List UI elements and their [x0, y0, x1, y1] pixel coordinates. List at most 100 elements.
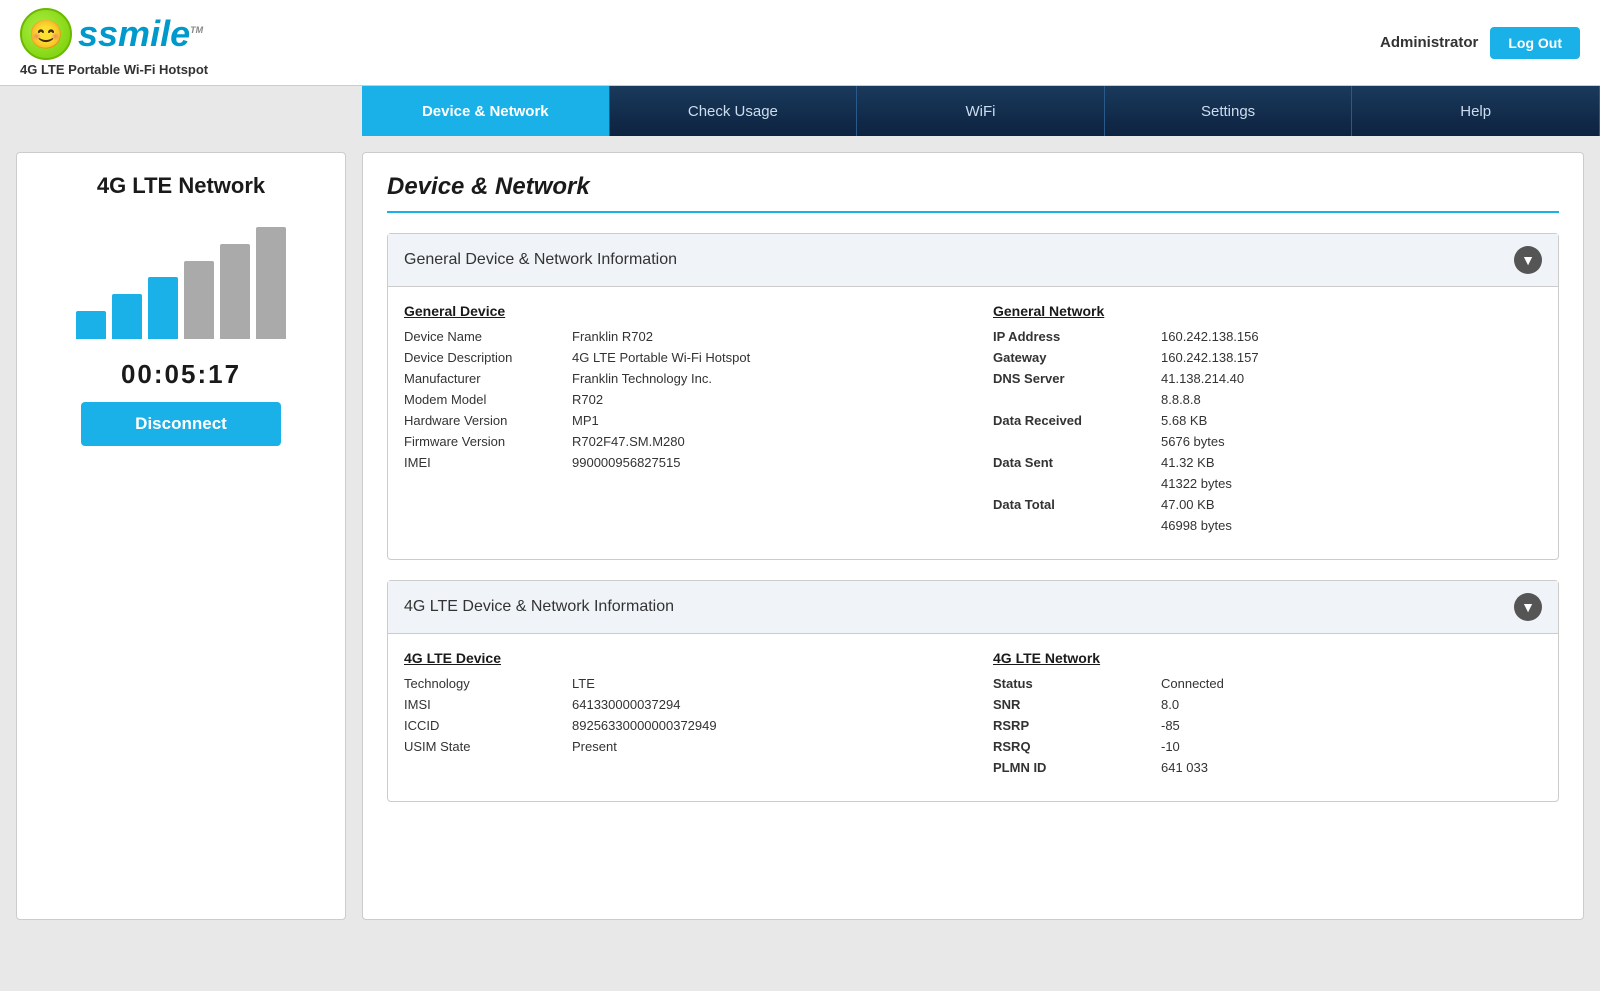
status-row: Status Connected [993, 676, 1542, 691]
general-section-title: General Device & Network Information [404, 251, 677, 269]
signal-bar-5 [220, 244, 250, 339]
ip-address-row: IP Address 160.242.138.156 [993, 329, 1542, 344]
nav-item-device-network[interactable]: Device & Network [362, 86, 610, 136]
data-sent-label: Data Sent [993, 455, 1153, 470]
signal-bar-3 [148, 277, 178, 339]
lte-network-col-title: 4G LTE Network [993, 650, 1542, 666]
lte-section-body: 4G LTE Device Technology LTE IMSI 641330… [388, 634, 1558, 801]
modem-model-label: Modem Model [404, 392, 564, 407]
general-section-header: General Device & Network Information ▼ [388, 234, 1558, 287]
plmn-id-row: PLMN ID 641 033 [993, 760, 1542, 775]
technology-value: LTE [572, 676, 595, 691]
data-total-bytes-value: 46998 bytes [1161, 518, 1232, 533]
plmn-id-value: 641 033 [1161, 760, 1208, 775]
device-name-label: Device Name [404, 329, 564, 344]
data-received-bytes-row: 5676 bytes [993, 434, 1542, 449]
nav-item-help[interactable]: Help [1352, 86, 1600, 136]
device-name-value: Franklin R702 [572, 329, 653, 344]
firmware-version-value: R702F47.SM.M280 [572, 434, 685, 449]
snr-label: SNR [993, 697, 1153, 712]
firmware-version-row: Firmware Version R702F47.SM.M280 [404, 434, 953, 449]
dns-server-2-label [993, 392, 1153, 407]
data-received-row: Data Received 5.68 KB [993, 413, 1542, 428]
snr-row: SNR 8.0 [993, 697, 1542, 712]
data-sent-value: 41.32 KB [1161, 455, 1215, 470]
hardware-version-label: Hardware Version [404, 413, 564, 428]
lte-section-toggle[interactable]: ▼ [1514, 593, 1542, 621]
firmware-version-label: Firmware Version [404, 434, 564, 449]
usim-state-row: USIM State Present [404, 739, 953, 754]
nav-item-settings[interactable]: Settings [1105, 86, 1353, 136]
rsrp-value: -85 [1161, 718, 1180, 733]
general-section-toggle[interactable]: ▼ [1514, 246, 1542, 274]
general-network-col-title: General Network [993, 303, 1542, 319]
imei-value: 990000956827515 [572, 455, 680, 470]
status-label: Status [993, 676, 1153, 691]
ip-address-value: 160.242.138.156 [1161, 329, 1259, 344]
logo-icon: 😊 [20, 8, 72, 60]
lte-network-col: 4G LTE Network Status Connected SNR 8.0 … [993, 650, 1542, 781]
data-total-label: Data Total [993, 497, 1153, 512]
lte-section-header: 4G LTE Device & Network Information ▼ [388, 581, 1558, 634]
snr-value: 8.0 [1161, 697, 1179, 712]
page-title: Device & Network [387, 173, 1559, 213]
status-value: Connected [1161, 676, 1224, 691]
general-section: General Device & Network Information ▼ G… [387, 233, 1559, 560]
data-sent-bytes-value: 41322 bytes [1161, 476, 1232, 491]
technology-row: Technology LTE [404, 676, 953, 691]
signal-bars [76, 219, 286, 339]
data-received-bytes-label [993, 434, 1153, 449]
data-total-value: 47.00 KB [1161, 497, 1215, 512]
nav-item-check-usage[interactable]: Check Usage [610, 86, 858, 136]
main-layout: 4G LTE Network 00:05:17 Disconnect Devic… [0, 136, 1600, 936]
logout-button[interactable]: Log Out [1490, 27, 1580, 59]
dns-server-2-value: 8.8.8.8 [1161, 392, 1201, 407]
signal-bar-4 [184, 261, 214, 339]
plmn-id-label: PLMN ID [993, 760, 1153, 775]
dns-server-value: 41.138.214.40 [1161, 371, 1244, 386]
lte-device-col-title: 4G LTE Device [404, 650, 953, 666]
dns-server-label: DNS Server [993, 371, 1153, 386]
disconnect-button[interactable]: Disconnect [81, 402, 281, 446]
lte-section-title: 4G LTE Device & Network Information [404, 598, 674, 616]
data-received-value: 5.68 KB [1161, 413, 1207, 428]
nav-item-wifi[interactable]: WiFi [857, 86, 1105, 136]
iccid-value: 89256330000000372949 [572, 718, 717, 733]
header-right: Administrator Log Out [1380, 27, 1580, 59]
data-total-row: Data Total 47.00 KB [993, 497, 1542, 512]
general-device-col-title: General Device [404, 303, 953, 319]
device-desc-row: Device Description 4G LTE Portable Wi-Fi… [404, 350, 953, 365]
modem-model-row: Modem Model R702 [404, 392, 953, 407]
iccid-label: ICCID [404, 718, 564, 733]
signal-bar-6 [256, 227, 286, 339]
imei-label: IMEI [404, 455, 564, 470]
usim-state-label: USIM State [404, 739, 564, 754]
rsrp-label: RSRP [993, 718, 1153, 733]
gateway-row: Gateway 160.242.138.157 [993, 350, 1542, 365]
usim-state-value: Present [572, 739, 617, 754]
manufacturer-label: Manufacturer [404, 371, 564, 386]
logo-text: ssmileTM [78, 13, 203, 55]
sidebar-title: 4G LTE Network [97, 173, 265, 199]
signal-bar-2 [112, 294, 142, 339]
nav: Device & Network Check Usage WiFi Settin… [362, 86, 1600, 136]
data-received-label: Data Received [993, 413, 1153, 428]
hardware-version-value: MP1 [572, 413, 599, 428]
sidebar: 4G LTE Network 00:05:17 Disconnect [16, 152, 346, 920]
technology-label: Technology [404, 676, 564, 691]
dns-server-2-row: 8.8.8.8 [993, 392, 1542, 407]
iccid-row: ICCID 89256330000000372949 [404, 718, 953, 733]
rsrq-value: -10 [1161, 739, 1180, 754]
general-section-body: General Device Device Name Franklin R702… [388, 287, 1558, 559]
lte-section: 4G LTE Device & Network Information ▼ 4G… [387, 580, 1559, 802]
device-desc-label: Device Description [404, 350, 564, 365]
admin-label: Administrator [1380, 34, 1478, 51]
content-area: Device & Network General Device & Networ… [362, 152, 1584, 920]
modem-model-value: R702 [572, 392, 603, 407]
logo-img: 😊 ssmileTM [20, 8, 203, 60]
data-sent-row: Data Sent 41.32 KB [993, 455, 1542, 470]
imsi-row: IMSI 641330000037294 [404, 697, 953, 712]
data-sent-bytes-label [993, 476, 1153, 491]
device-desc-value: 4G LTE Portable Wi-Fi Hotspot [572, 350, 750, 365]
dns-server-row: DNS Server 41.138.214.40 [993, 371, 1542, 386]
